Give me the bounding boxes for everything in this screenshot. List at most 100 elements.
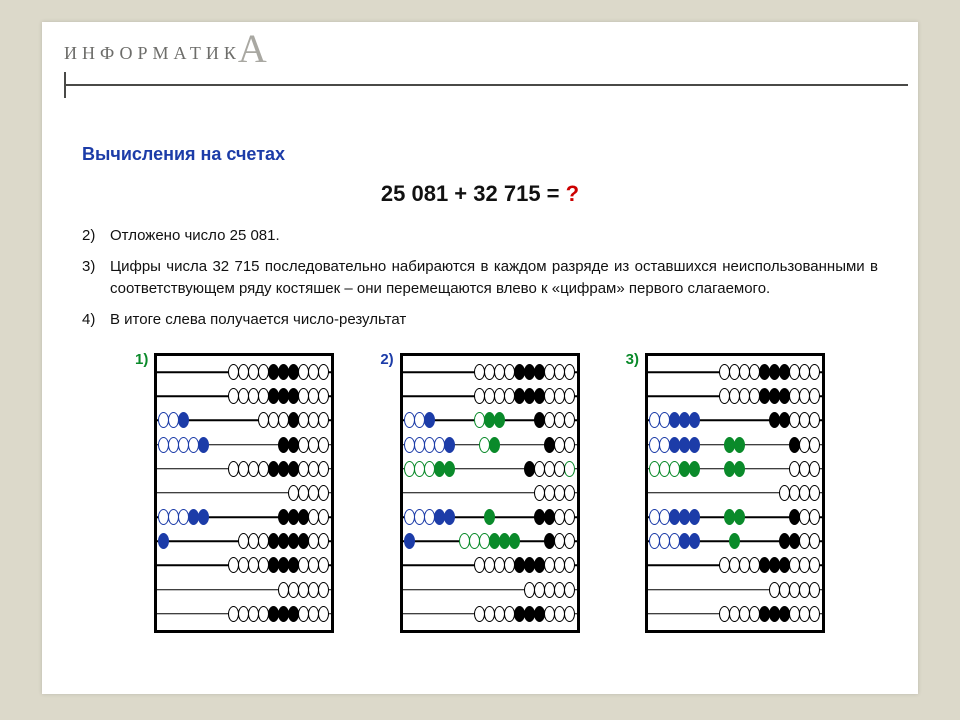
- step-item: 2)Отложено число 25 081.: [82, 225, 878, 248]
- logo: ИНФОРМАТИК А: [64, 34, 896, 64]
- abacus-bead-group: [229, 388, 329, 404]
- abacus-bead-group: [535, 509, 575, 525]
- abacus-bead-group: [485, 509, 495, 525]
- abacus-rod: [648, 507, 822, 527]
- abacus-bead: [734, 461, 745, 477]
- slide-card: ИНФОРМАТИК А Вычисления на счетах 25 081…: [42, 22, 918, 694]
- abacus-bead: [689, 509, 700, 525]
- abacus-bead-group: [720, 388, 820, 404]
- abacus-bead-group: [780, 485, 820, 501]
- abacus-bead: [809, 461, 820, 477]
- logo-text: ИНФОРМАТИК: [64, 43, 241, 64]
- abacus-row: 1)2)3): [82, 353, 878, 633]
- abacus-bead: [318, 388, 329, 404]
- step-text: Цифры числа 32 715 последовательно набир…: [110, 256, 878, 301]
- abacus-bead: [564, 388, 575, 404]
- abacus-bead: [734, 437, 745, 453]
- abacus-rod: [648, 435, 822, 455]
- step-text: В итоге слева получается число-результат: [110, 309, 878, 332]
- abacus-bead-group: [650, 533, 700, 549]
- abacus-bead-group: [650, 437, 700, 453]
- abacus-bead: [689, 437, 700, 453]
- abacus-bead: [318, 437, 329, 453]
- slide-content: Вычисления на счетах 25 081 + 32 715 = ?…: [42, 64, 918, 633]
- abacus-bead: [809, 582, 820, 598]
- abacus-bead-group: [229, 461, 329, 477]
- abacus-label: 2): [380, 351, 393, 368]
- abacus-bead-group: [159, 437, 209, 453]
- abacus-rod: [157, 483, 331, 503]
- abacus-bead-group: [545, 437, 575, 453]
- abacus-rod: [648, 604, 822, 624]
- abacus-bead: [564, 412, 575, 428]
- abacus-bead: [734, 509, 745, 525]
- abacus-bead-group: [770, 582, 820, 598]
- logo-suffix: А: [238, 34, 272, 64]
- abacus-rod: [648, 386, 822, 406]
- abacus-bead: [564, 485, 575, 501]
- abacus-rod: [403, 507, 577, 527]
- abacus-rod: [403, 483, 577, 503]
- step-number: 3): [82, 256, 110, 301]
- abacus-bead: [318, 582, 329, 598]
- abacus-bead-group: [229, 557, 329, 573]
- abacus-bead-group: [405, 509, 455, 525]
- abacus-bead: [444, 509, 455, 525]
- abacus-rod: [157, 459, 331, 479]
- abacus-bead-group: [790, 437, 820, 453]
- abacus-bead-group: [720, 606, 820, 622]
- abacus-bead-group: [460, 533, 520, 549]
- abacus-bead: [564, 557, 575, 573]
- abacus-frame: [400, 353, 580, 633]
- step-text: Отложено число 25 081.: [110, 225, 878, 248]
- abacus-rod: [157, 531, 331, 551]
- header-rule-horizontal: [64, 84, 908, 86]
- abacus-bead: [809, 509, 820, 525]
- equation-question-mark: ?: [566, 181, 579, 206]
- slide-title: Вычисления на счетах: [82, 144, 878, 165]
- abacus-rod: [403, 410, 577, 430]
- step-item: 4)В итоге слева получается число-результ…: [82, 309, 878, 332]
- abacus-bead: [689, 533, 700, 549]
- abacus-bead-group: [475, 606, 575, 622]
- step-number: 2): [82, 225, 110, 248]
- abacus-bead-group: [159, 533, 169, 549]
- abacus-rod: [403, 386, 577, 406]
- abacus-bead-group: [725, 461, 745, 477]
- abacus-bead-group: [475, 364, 575, 380]
- step-number: 4): [82, 309, 110, 332]
- abacus-bead: [318, 557, 329, 573]
- abacus-bead: [564, 364, 575, 380]
- abacus-bead: [494, 412, 505, 428]
- abacus-rod: [157, 410, 331, 430]
- abacus-bead: [564, 461, 575, 477]
- abacus-bead: [564, 582, 575, 598]
- abacus-bead-group: [730, 533, 740, 549]
- equation-expression: 25 081 + 32 715 =: [381, 181, 566, 206]
- abacus-rod: [648, 362, 822, 382]
- abacus-bead: [564, 437, 575, 453]
- abacus-bead: [158, 533, 169, 549]
- abacus-bead: [318, 364, 329, 380]
- abacus-bead-group: [229, 606, 329, 622]
- abacus-bead-group: [279, 582, 329, 598]
- abacus-bead-group: [720, 557, 820, 573]
- abacus-bead-group: [535, 412, 575, 428]
- abacus-rod: [648, 483, 822, 503]
- abacus-rod: [157, 604, 331, 624]
- abacus-rod: [648, 410, 822, 430]
- abacus-bead-group: [525, 461, 565, 477]
- abacus-bead-group: [720, 364, 820, 380]
- abacus-bead-group: [405, 412, 435, 428]
- abacus-bead-group: [725, 437, 745, 453]
- abacus-bead: [318, 606, 329, 622]
- abacus-bead: [809, 485, 820, 501]
- abacus-bead: [178, 412, 189, 428]
- abacus-bead: [729, 533, 740, 549]
- abacus-rod: [157, 435, 331, 455]
- abacus-bead: [318, 533, 329, 549]
- abacus-rod: [157, 580, 331, 600]
- abacus-bead-group: [650, 509, 700, 525]
- abacus-bead: [689, 461, 700, 477]
- abacus-rod: [403, 531, 577, 551]
